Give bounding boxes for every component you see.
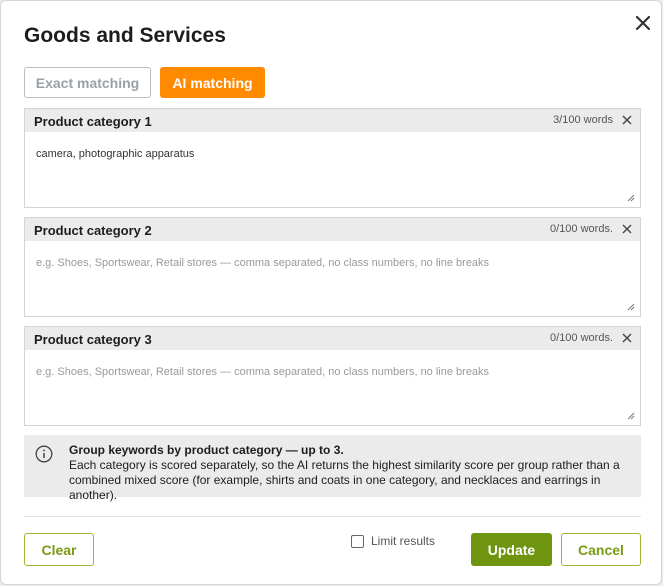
- close-icon: [622, 224, 632, 234]
- info-box: Group keywords by product category — up …: [24, 435, 641, 497]
- word-count: 0/100 words.: [550, 223, 613, 235]
- category-label: Product category 3: [34, 332, 152, 347]
- product-category-3: Product category 3 0/100 words. e.g. Sho…: [24, 326, 641, 426]
- word-count: 0/100 words.: [550, 332, 613, 344]
- close-icon: [636, 16, 650, 30]
- checkbox[interactable]: [351, 535, 364, 548]
- product-category-1: Product category 1 3/100 words camera, p…: [24, 108, 641, 208]
- info-title: Group keywords by product category — up …: [69, 443, 344, 457]
- category-header: Product category 3 0/100 words.: [25, 327, 640, 350]
- info-circle-icon: [35, 445, 53, 463]
- tab-exact-matching[interactable]: Exact matching: [24, 67, 151, 98]
- clear-category-2-button[interactable]: [619, 221, 635, 237]
- cancel-button[interactable]: Cancel: [561, 533, 641, 566]
- limit-results-checkbox[interactable]: Limit results: [351, 533, 435, 549]
- tab-ai-matching[interactable]: AI matching: [160, 67, 265, 98]
- close-icon: [622, 115, 632, 125]
- update-button[interactable]: Update: [471, 533, 552, 566]
- info-body: Each category is scored separately, so t…: [69, 458, 634, 503]
- limit-results-label: Limit results: [371, 534, 435, 548]
- footer-divider: [24, 516, 641, 517]
- word-count: 3/100 words: [553, 114, 613, 126]
- dialog-title: Goods and Services: [24, 24, 226, 48]
- category-header: Product category 1 3/100 words: [25, 109, 640, 132]
- resize-grip-icon[interactable]: [627, 303, 635, 311]
- clear-category-1-button[interactable]: [619, 112, 635, 128]
- category-2-textarea[interactable]: e.g. Shoes, Sportswear, Retail stores — …: [25, 241, 640, 316]
- product-category-2: Product category 2 0/100 words. e.g. Sho…: [24, 217, 641, 317]
- resize-grip-icon[interactable]: [627, 412, 635, 420]
- category-header: Product category 2 0/100 words.: [25, 218, 640, 241]
- category-1-textarea[interactable]: camera, photographic apparatus: [25, 132, 640, 207]
- close-icon: [622, 333, 632, 343]
- category-label: Product category 1: [34, 114, 152, 129]
- clear-button[interactable]: Clear: [24, 533, 94, 566]
- resize-grip-icon[interactable]: [627, 194, 635, 202]
- clear-category-3-button[interactable]: [619, 330, 635, 346]
- category-3-textarea[interactable]: e.g. Shoes, Sportswear, Retail stores — …: [25, 350, 640, 425]
- close-dialog-button[interactable]: [630, 10, 656, 36]
- goods-services-dialog: Goods and Services Exact matching AI mat…: [0, 0, 662, 585]
- category-label: Product category 2: [34, 223, 152, 238]
